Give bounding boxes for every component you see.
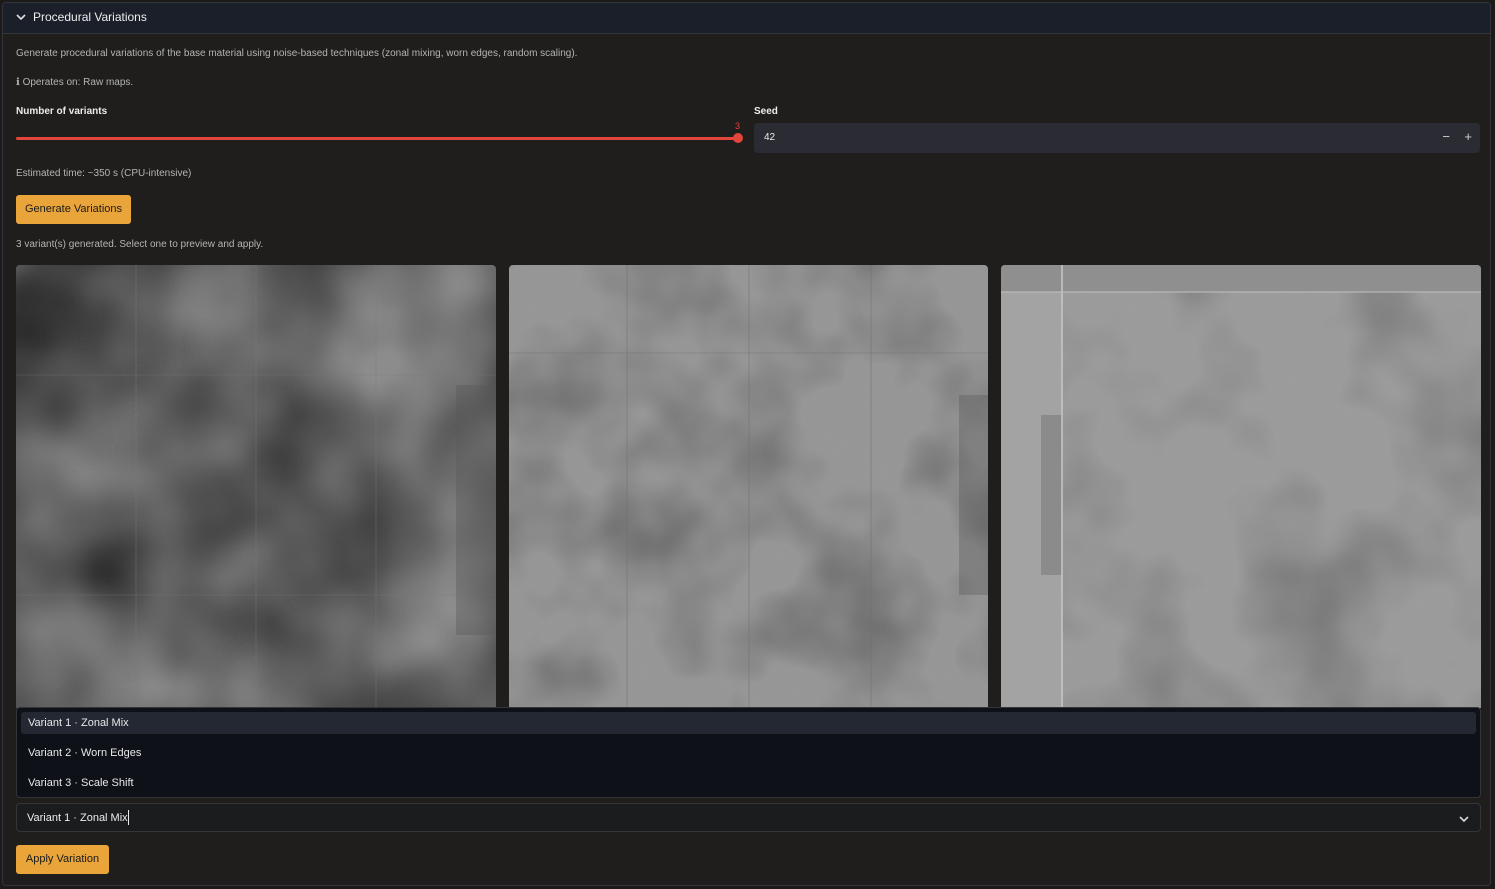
seed-decrement-button[interactable]: − [1442,129,1450,144]
chevron-down-icon[interactable] [1458,813,1470,825]
generate-variations-button[interactable]: Generate Variations [16,195,131,224]
procedural-variations-panel: Procedural Variations Generate procedura… [2,2,1491,886]
seed-value[interactable]: 42 [764,132,775,143]
num-variants-slider-thumb[interactable] [733,133,743,143]
variant-3-preview-image[interactable] [1001,265,1481,708]
variant-select-value[interactable]: Variant 1 · Zonal Mix [27,812,128,824]
seed-input[interactable]: 42 − + [754,123,1480,153]
variant-2-preview-image[interactable] [509,265,988,708]
status-text: 3 variant(s) generated. Select one to pr… [16,239,264,250]
num-variants-value: 3 [735,121,741,131]
seed-increment-button[interactable]: + [1464,129,1472,144]
variant-option-2[interactable]: Variant 2 · Worn Edges [21,742,1476,764]
num-variants-label: Number of variants [16,106,108,117]
num-variants-slider-track[interactable] [16,137,738,140]
seed-label: Seed [754,106,778,117]
variant-option-3[interactable]: Variant 3 · Scale Shift [21,772,1476,794]
variant-1-preview-image[interactable] [16,265,496,708]
variant-dropdown-list: Variant 1 · Zonal Mix Variant 2 · Worn E… [16,707,1481,798]
panel-title: Procedural Variations [33,10,147,24]
chevron-down-icon [16,14,26,21]
apply-variation-button[interactable]: Apply Variation [16,845,109,874]
operates-on-note: ℹ Operates on: Raw maps. [16,77,134,88]
description-text: Generate procedural variations of the ba… [16,48,578,59]
text-cursor [128,810,129,825]
accordion-header[interactable]: Procedural Variations [3,3,1490,34]
variant-select[interactable]: Variant 1 · Zonal Mix [16,803,1481,832]
variant-option-1[interactable]: Variant 1 · Zonal Mix [21,712,1476,734]
estimated-time-text: Estimated time: ~350 s (CPU-intensive) [16,168,192,179]
